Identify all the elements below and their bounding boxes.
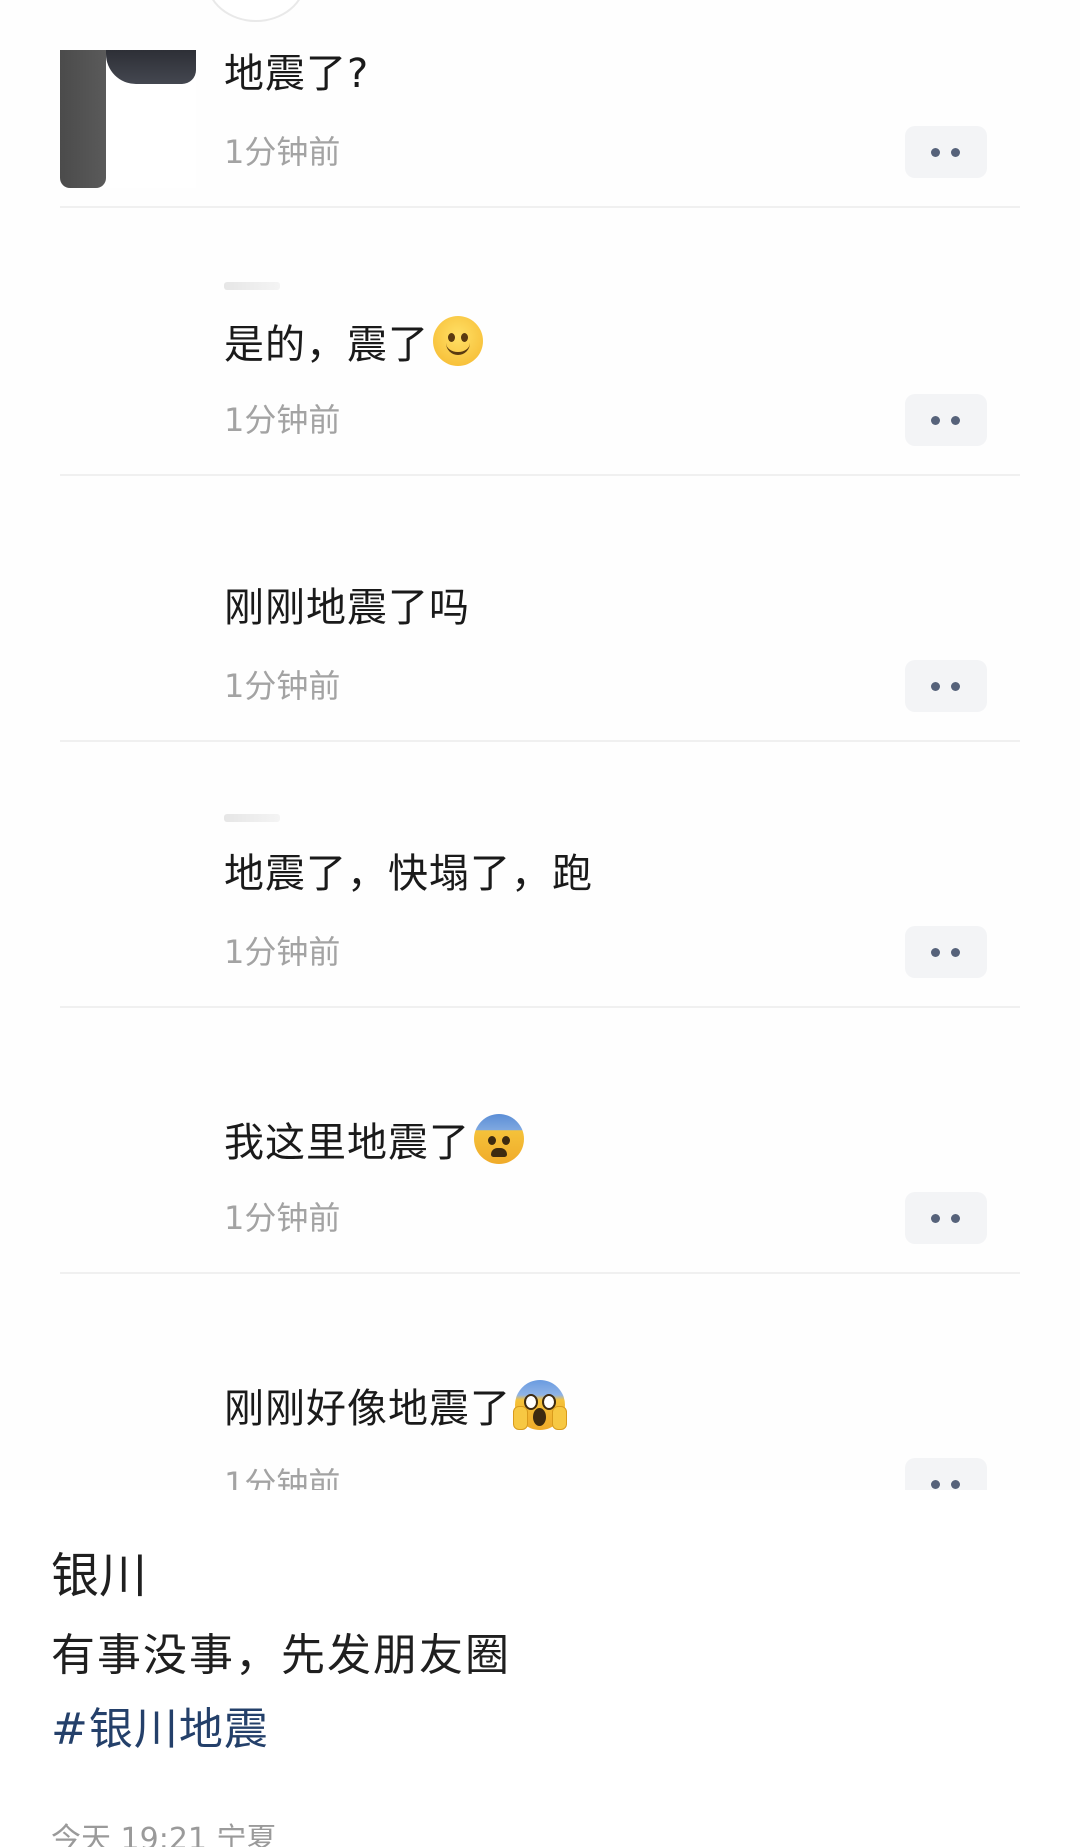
more-dots-icon: [931, 682, 940, 691]
comment-item: 刚刚地震了吗 1分钟前: [60, 474, 1020, 742]
comment-text: 是的，震了: [224, 316, 483, 371]
more-dots-icon: [931, 416, 940, 425]
more-dots-icon: [951, 148, 960, 157]
smiling-face-icon: [433, 316, 483, 366]
comment-item: 我这里地震了 1分钟前: [60, 1006, 1020, 1274]
more-button[interactable]: [905, 660, 987, 712]
more-dots-icon: [931, 1480, 940, 1489]
commenter-name-faded: [224, 814, 280, 822]
screaming-face-icon: [513, 1380, 567, 1430]
more-dots-icon: [951, 1214, 960, 1223]
more-button[interactable]: [905, 394, 987, 446]
more-dots-icon: [951, 416, 960, 425]
more-dots-icon: [951, 1480, 960, 1489]
comment-text: 地震了?: [224, 51, 370, 97]
comment-time: 1分钟前: [224, 667, 341, 705]
comment-text: 地震了，快塌了，跑: [224, 851, 593, 897]
more-dots-icon: [931, 948, 940, 957]
post-username[interactable]: 银川: [51, 1546, 147, 1606]
fearful-face-icon: [474, 1114, 524, 1164]
more-dots-icon: [931, 148, 940, 157]
more-button[interactable]: [905, 926, 987, 978]
comment-item: 刚刚好像地震了 1分钟前: [60, 1272, 1020, 1490]
more-button[interactable]: [905, 1458, 987, 1490]
post-body: 有事没事，先发朋友圈: [51, 1630, 511, 1681]
comment-text: 刚刚好像地震了: [224, 1380, 567, 1435]
comment-time: 1分钟前: [224, 933, 341, 971]
post-hashtag-link[interactable]: #银川地震: [51, 1702, 269, 1758]
comment-text: 刚刚地震了吗: [224, 585, 470, 631]
screen: 地震了? 1分钟前 是的，震了 1分钟前 刚刚地震了吗 1分钟前 地震了，快塌了…: [0, 0, 1080, 1847]
comment-time: 1分钟前: [224, 1465, 341, 1490]
comment-item: 地震了，快塌了，跑 1分钟前: [60, 740, 1020, 1008]
comment-item: 是的，震了 1分钟前: [60, 208, 1020, 476]
moments-post: 银川 有事没事，先发朋友圈 #银川地震 今天 19:21 宁夏: [0, 1490, 1080, 1847]
commenter-name-faded: [224, 282, 280, 290]
more-button[interactable]: [905, 126, 987, 178]
comment-text: 我这里地震了: [224, 1114, 524, 1169]
comment-feed: 地震了? 1分钟前 是的，震了 1分钟前 刚刚地震了吗 1分钟前 地震了，快塌了…: [0, 0, 1080, 1490]
comment-time: 1分钟前: [224, 133, 341, 171]
comment-time: 1分钟前: [224, 401, 341, 439]
post-meta: 今天 19:21 宁夏: [51, 1822, 277, 1847]
more-dots-icon: [951, 948, 960, 957]
more-button[interactable]: [905, 1192, 987, 1244]
comment-time: 1分钟前: [224, 1199, 341, 1237]
more-dots-icon: [931, 1214, 940, 1223]
more-dots-icon: [951, 682, 960, 691]
